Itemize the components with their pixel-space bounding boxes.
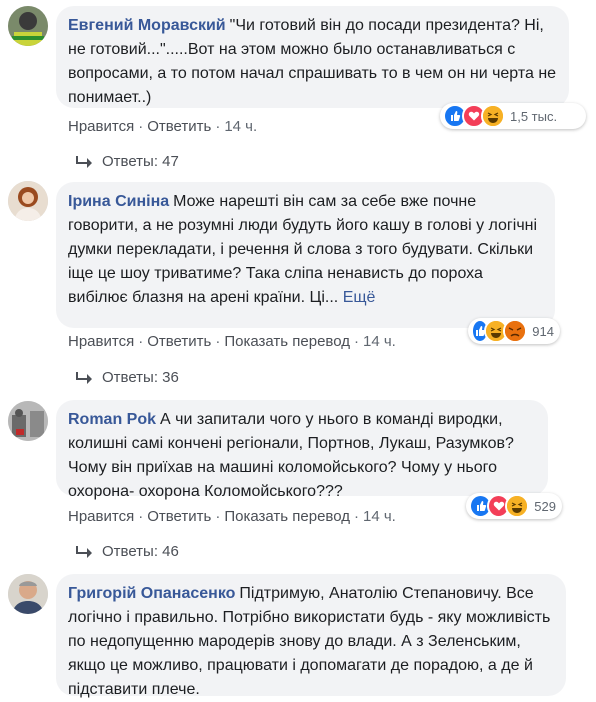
reactions-summary[interactable]: 1,5 тыс. (440, 103, 586, 129)
translate-link[interactable]: Показать перевод (224, 333, 350, 350)
comment-author[interactable]: Ірина Синіна (68, 193, 169, 210)
see-more-link[interactable]: Ещё (343, 289, 376, 306)
reply-arrow-icon (76, 156, 92, 168)
reactions-count: 1,5 тыс. (510, 108, 558, 124)
haha-icon (481, 104, 505, 128)
translate-link[interactable]: Показать перевод (224, 508, 350, 525)
comment-author[interactable]: Евгений Моравский (68, 17, 226, 34)
user-avatar-icon (8, 574, 48, 614)
avatar[interactable] (8, 6, 48, 46)
avatar[interactable] (8, 181, 48, 221)
timestamp[interactable]: 14 ч. (363, 508, 396, 525)
view-replies[interactable]: Ответы: 36 (76, 368, 179, 388)
comment-author[interactable]: Григорій Опанасенко (68, 585, 235, 602)
reply-link[interactable]: Ответить (147, 118, 211, 135)
view-replies[interactable]: Ответы: 47 (76, 152, 179, 172)
comment-bubble: Григорій Опанасенко Підтримую, Анатолію С… (56, 574, 566, 698)
view-replies[interactable]: Ответы: 46 (76, 542, 179, 562)
replies-count[interactable]: Ответы: 36 (102, 368, 179, 388)
timestamp[interactable]: 14 ч. (363, 333, 396, 350)
reply-link[interactable]: Ответить (147, 508, 211, 525)
like-link[interactable]: Нравится (68, 508, 134, 525)
comment-bubble: Ірина Синіна Може нарешті він сам за себе… (56, 182, 555, 328)
reactions-summary[interactable]: 914 (468, 318, 560, 344)
timestamp[interactable]: 14 ч. (224, 118, 257, 135)
comment-actions: Нравится · Ответить · Показать перевод · 14 ч. (68, 508, 396, 525)
avatar[interactable] (8, 574, 48, 614)
replies-count[interactable]: Ответы: 46 (102, 542, 179, 562)
user-avatar-icon (8, 401, 48, 441)
reply-arrow-icon (76, 546, 92, 558)
reactions-summary[interactable]: 529 (466, 493, 562, 519)
replies-count[interactable]: Ответы: 47 (102, 152, 179, 172)
user-avatar-icon (8, 6, 48, 46)
comment-bubble: Евгений Моравский "Чи готовий він до поса… (56, 6, 569, 108)
comment-actions: Нравится · Ответить · 14 ч. (68, 118, 258, 135)
reactions-count: 914 (532, 323, 554, 339)
avatar[interactable] (8, 401, 48, 441)
like-link[interactable]: Нравится (68, 118, 134, 135)
angry-icon (503, 319, 528, 343)
comment-actions: Нравится · Ответить · Показать перевод · 14 ч. (68, 333, 396, 350)
reply-arrow-icon (76, 372, 92, 384)
user-avatar-icon (8, 181, 48, 221)
haha-icon (505, 494, 530, 518)
like-link[interactable]: Нравится (68, 333, 134, 350)
comment-author[interactable]: Roman Pok (68, 411, 156, 428)
comment-bubble: Roman Pok А чи запитали чого у нього в ко… (56, 400, 548, 500)
reply-link[interactable]: Ответить (147, 333, 211, 350)
reactions-count: 529 (534, 498, 556, 514)
